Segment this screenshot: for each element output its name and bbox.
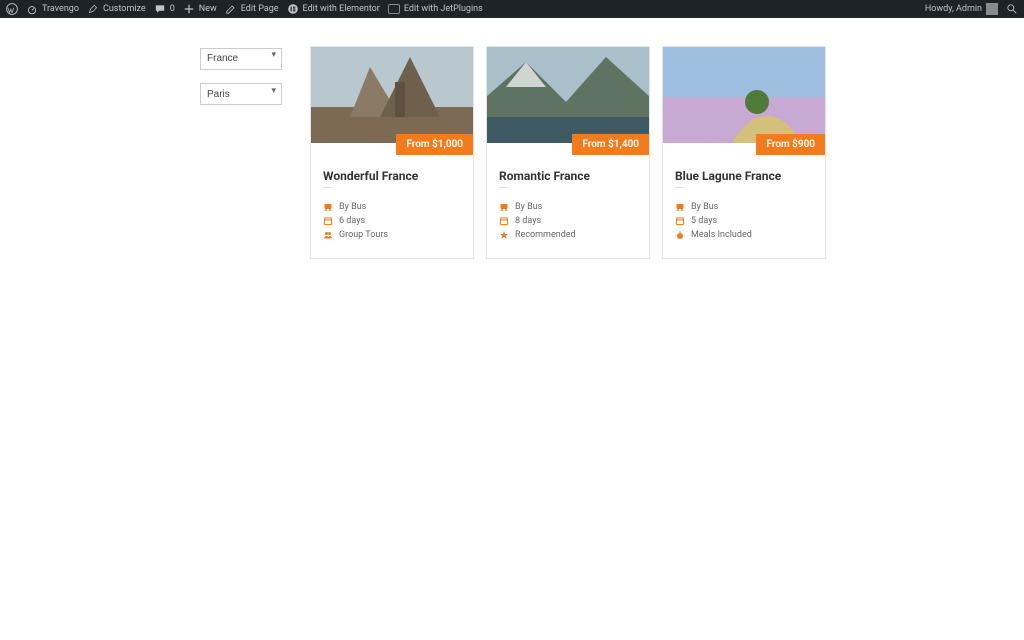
title-rule — [499, 187, 507, 188]
group-icon — [323, 230, 333, 240]
price-badge: From $1,400 — [572, 134, 649, 155]
tour-title: Romantic France — [499, 169, 637, 183]
meta-row: 8 days — [499, 216, 637, 226]
star-icon — [499, 230, 509, 240]
tour-card[interactable]: From $900 Blue Lagune France By Bus 5 da… — [662, 46, 826, 259]
title-rule — [323, 187, 331, 188]
calendar-icon — [323, 216, 333, 226]
calendar-icon — [499, 216, 509, 226]
wordpress-icon — [6, 3, 18, 15]
edit-elementor-label: Edit with Elementor — [303, 4, 380, 14]
tour-image: From $900 — [663, 47, 825, 143]
elementor-icon — [287, 3, 299, 15]
brush-icon — [87, 3, 99, 15]
search-toggle[interactable] — [1006, 3, 1018, 15]
bus-icon — [323, 202, 333, 212]
dashboard-icon — [26, 3, 38, 15]
comment-icon — [154, 3, 166, 15]
tour-card[interactable]: From $1,400 Romantic France By Bus 8 day… — [486, 46, 650, 259]
tour-title: Blue Lagune France — [675, 169, 813, 183]
edit-elementor-link[interactable]: Edit with Elementor — [287, 3, 380, 15]
howdy-label: Howdy, Admin — [925, 4, 982, 14]
filter-sidebar: France Paris — [200, 46, 282, 117]
search-icon — [1006, 3, 1018, 15]
meta-row: By Bus — [499, 202, 637, 212]
customize-link[interactable]: Customize — [87, 3, 146, 15]
comments-count: 0 — [170, 4, 175, 14]
meta-row: Recommended — [499, 230, 637, 240]
meta-text: 5 days — [691, 216, 717, 226]
meal-icon — [675, 230, 685, 240]
meta-text: By Bus — [339, 202, 366, 212]
meta-text: Meals Included — [691, 230, 752, 240]
meta-text: 8 days — [515, 216, 541, 226]
calendar-icon — [675, 216, 685, 226]
title-rule — [675, 187, 683, 188]
new-link[interactable]: New — [183, 3, 217, 15]
meta-row: Meals Included — [675, 230, 813, 240]
tour-card[interactable]: From $1,000 Wonderful France By Bus 6 da… — [310, 46, 474, 259]
meta-row: Group Tours — [323, 230, 461, 240]
site-name: Travengo — [42, 4, 79, 14]
jet-icon — [388, 3, 400, 15]
new-label: New — [199, 4, 217, 14]
tour-image: From $1,000 — [311, 47, 473, 143]
customize-label: Customize — [103, 4, 146, 14]
tour-title: Wonderful France — [323, 169, 461, 183]
price-badge: From $900 — [756, 134, 825, 155]
country-select[interactable]: France — [200, 48, 282, 70]
city-select[interactable]: Paris — [200, 83, 282, 105]
meta-text: By Bus — [691, 202, 718, 212]
meta-row: By Bus — [675, 202, 813, 212]
meta-row: 5 days — [675, 216, 813, 226]
wp-adminbar: Travengo Customize 0 New Edit Page Edit … — [0, 0, 1024, 18]
tour-cards: From $1,000 Wonderful France By Bus 6 da… — [310, 46, 826, 259]
meta-row: By Bus — [323, 202, 461, 212]
howdy-link[interactable]: Howdy, Admin — [925, 3, 998, 15]
pencil-icon — [225, 3, 237, 15]
wp-logo[interactable] — [6, 3, 18, 15]
meta-text: By Bus — [515, 202, 542, 212]
plus-icon — [183, 3, 195, 15]
avatar — [986, 3, 998, 15]
edit-page-link[interactable]: Edit Page — [225, 3, 279, 15]
meta-text: Group Tours — [339, 230, 388, 240]
price-badge: From $1,000 — [396, 134, 473, 155]
bus-icon — [499, 202, 509, 212]
comments-link[interactable]: 0 — [154, 3, 175, 15]
bus-icon — [675, 202, 685, 212]
meta-row: 6 days — [323, 216, 461, 226]
meta-text: 6 days — [339, 216, 365, 226]
edit-page-label: Edit Page — [241, 4, 279, 14]
edit-jet-link[interactable]: Edit with JetPlugins — [388, 3, 483, 15]
meta-text: Recommended — [515, 230, 576, 240]
site-link[interactable]: Travengo — [26, 3, 79, 15]
tour-image: From $1,400 — [487, 47, 649, 143]
edit-jet-label: Edit with JetPlugins — [404, 4, 483, 14]
